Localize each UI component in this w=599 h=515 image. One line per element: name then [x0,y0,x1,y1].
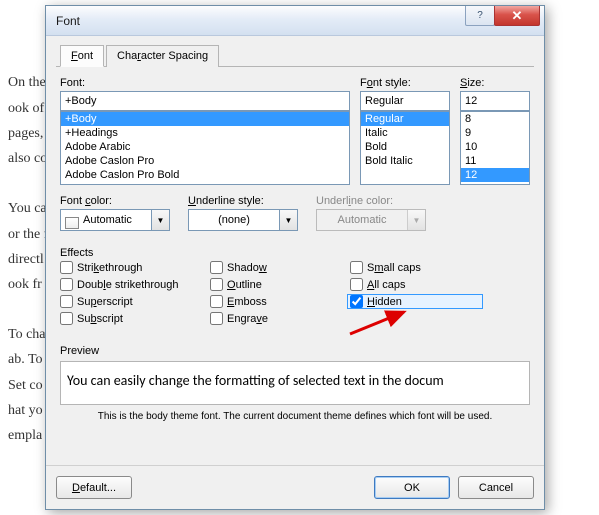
list-item[interactable]: +Headings [61,126,349,140]
underline-style-label: Underline style: [188,195,298,207]
outline-checkbox[interactable]: Outline [210,278,340,291]
size-input[interactable] [460,91,530,111]
chevron-down-icon: ▼ [151,210,169,230]
tab-character-spacing[interactable]: Character Spacing [106,45,219,67]
font-style-input[interactable] [360,91,450,111]
dialog-title: Font [56,14,80,28]
font-color-combo[interactable]: Automatic ▼ [60,209,170,231]
effects-label: Effects [60,247,530,259]
preview-label: Preview [60,345,530,357]
list-item[interactable]: Adobe Arabic [61,140,349,154]
list-item[interactable]: 9 [461,126,529,140]
cancel-button[interactable]: Cancel [458,476,534,499]
list-item[interactable]: Bold [361,140,449,154]
list-item[interactable]: Bold Italic [361,154,449,168]
font-label: Font: [60,77,350,89]
window-controls: ? ✕ [466,6,540,26]
ok-button[interactable]: OK [374,476,450,499]
tab-strip: Font Character Spacing [56,44,534,67]
list-item[interactable]: Adobe Caslon Pro Bold [61,168,349,182]
tab-font[interactable]: Font [60,45,104,67]
list-item[interactable]: Regular [361,112,449,126]
size-label: Size: [460,77,530,89]
font-input[interactable] [60,91,350,111]
emboss-checkbox[interactable]: Emboss [210,295,340,308]
preview-box: You can easily change the formatting of … [60,361,530,405]
font-style-label: Font style: [360,77,450,89]
list-item[interactable]: 8 [461,112,529,126]
list-item[interactable]: Adobe Caslon Pro [61,154,349,168]
hidden-checkbox[interactable]: Hidden [347,294,483,309]
list-item[interactable]: 10 [461,140,529,154]
underline-style-combo[interactable]: (none) ▼ [188,209,298,231]
list-item[interactable]: 12 [461,168,529,182]
allcaps-checkbox[interactable]: All caps [350,278,480,291]
chevron-down-icon: ▼ [407,210,425,230]
list-item[interactable]: +Body [61,112,349,126]
font-color-label: Font color: [60,195,170,207]
close-button[interactable]: ✕ [494,6,540,26]
size-listbox[interactable]: 8 9 10 11 12 [460,111,530,185]
underline-color-label: Underline color: [316,195,426,207]
smallcaps-checkbox[interactable]: Small caps [350,261,480,274]
help-button[interactable]: ? [465,6,495,26]
superscript-checkbox[interactable]: Superscript [60,295,200,308]
default-button[interactable]: Default... [56,476,132,499]
engrave-checkbox[interactable]: Engrave [210,312,340,325]
dialog-footer: Default... OK Cancel [46,465,544,509]
font-listbox[interactable]: +Body +Headings Adobe Arabic Adobe Caslo… [60,111,350,185]
font-style-listbox[interactable]: Regular Italic Bold Bold Italic [360,111,450,185]
list-item[interactable]: Italic [361,126,449,140]
chevron-down-icon: ▼ [279,210,297,230]
subscript-checkbox[interactable]: Subscript [60,312,200,325]
list-item[interactable]: 11 [461,154,529,168]
underline-color-combo: Automatic ▼ [316,209,426,231]
strikethrough-checkbox[interactable]: Strikethrough [60,261,200,274]
font-dialog: Font ? ✕ Font Character Spacing Font: +B… [45,5,545,510]
double-strikethrough-checkbox[interactable]: Double strikethrough [60,278,200,291]
shadow-checkbox[interactable]: Shadow [210,261,340,274]
titlebar: Font ? ✕ [46,6,544,36]
preview-note: This is the body theme font. The current… [60,405,530,424]
